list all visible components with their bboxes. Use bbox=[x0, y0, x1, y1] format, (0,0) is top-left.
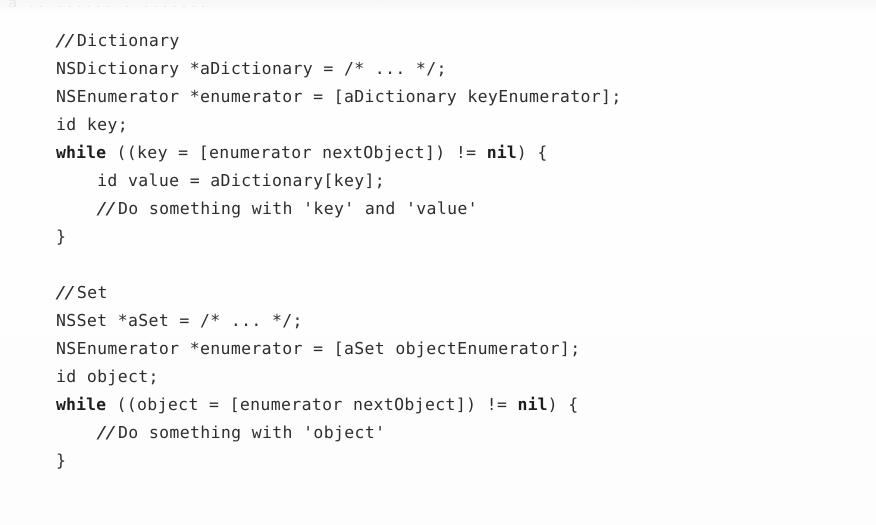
code-text: id object; bbox=[56, 367, 159, 386]
code-line: while ((key = [enumerator nextObject]) !… bbox=[56, 139, 856, 167]
comment-text: Set bbox=[76, 283, 108, 302]
code-text: } bbox=[56, 227, 67, 246]
comment-text: Do something with 'key' and 'value' bbox=[118, 199, 478, 218]
code-text: NSEnumerator *enumerator = [aDictionary … bbox=[56, 87, 622, 106]
comment-slashes: // bbox=[55, 283, 75, 302]
code-line: NSEnumerator *enumerator = [aDictionary … bbox=[56, 83, 856, 111]
code-line: NSSet *aSet = /* ... */; bbox=[56, 307, 856, 335]
code-line: NSDictionary *aDictionary = /* ... */; bbox=[56, 55, 856, 83]
code-text: ((object = [enumerator nextObject]) != bbox=[106, 395, 518, 414]
scanned-page: a .. ...... . ....... //DictionaryNSDict… bbox=[0, 0, 876, 525]
code-line: id value = aDictionary[key]; bbox=[56, 167, 856, 195]
comment-slashes: // bbox=[55, 31, 75, 50]
code-line: while ((object = [enumerator nextObject]… bbox=[56, 391, 856, 419]
code-listing: //Dictionary NSDictionary *aDictionary = … bbox=[55, 27, 856, 475]
code-text: NSDictionary *aDictionary = /* ... */; bbox=[56, 59, 447, 78]
code-text: id key; bbox=[56, 115, 128, 134]
code-line: //Dictionary bbox=[55, 27, 856, 55]
code-line: } bbox=[56, 447, 856, 475]
comment-slashes: // bbox=[96, 423, 116, 442]
code-text: ) { bbox=[547, 395, 579, 414]
code-text: ) { bbox=[516, 143, 548, 162]
keyword-while: while bbox=[56, 395, 107, 414]
comment-slashes: // bbox=[96, 199, 116, 218]
code-line: id key; bbox=[56, 111, 856, 139]
code-line: //Do something with 'object' bbox=[56, 419, 856, 447]
comment-text: Do something with 'object' bbox=[118, 423, 386, 442]
code-text: NSEnumerator *enumerator = [aSet objectE… bbox=[56, 339, 581, 358]
page-top-cutoff-artifact: a .. ...... . ....... bbox=[8, 0, 308, 7]
code-text: NSSet *aSet = /* ... */; bbox=[56, 311, 303, 330]
code-line: id object; bbox=[56, 363, 856, 391]
keyword-nil: nil bbox=[486, 143, 517, 162]
code-text: ((key = [enumerator nextObject]) != bbox=[106, 143, 487, 162]
code-line: } bbox=[56, 223, 856, 251]
code-line: //Do something with 'key' and 'value' bbox=[56, 195, 856, 223]
keyword-nil: nil bbox=[517, 395, 548, 414]
code-text: } bbox=[56, 451, 67, 470]
keyword-while: while bbox=[56, 143, 107, 162]
comment-text: Dictionary bbox=[76, 31, 180, 50]
code-line: NSEnumerator *enumerator = [aSet objectE… bbox=[56, 335, 856, 363]
code-text: id value = aDictionary[key]; bbox=[56, 171, 386, 190]
code-line: //Set bbox=[55, 279, 856, 307]
